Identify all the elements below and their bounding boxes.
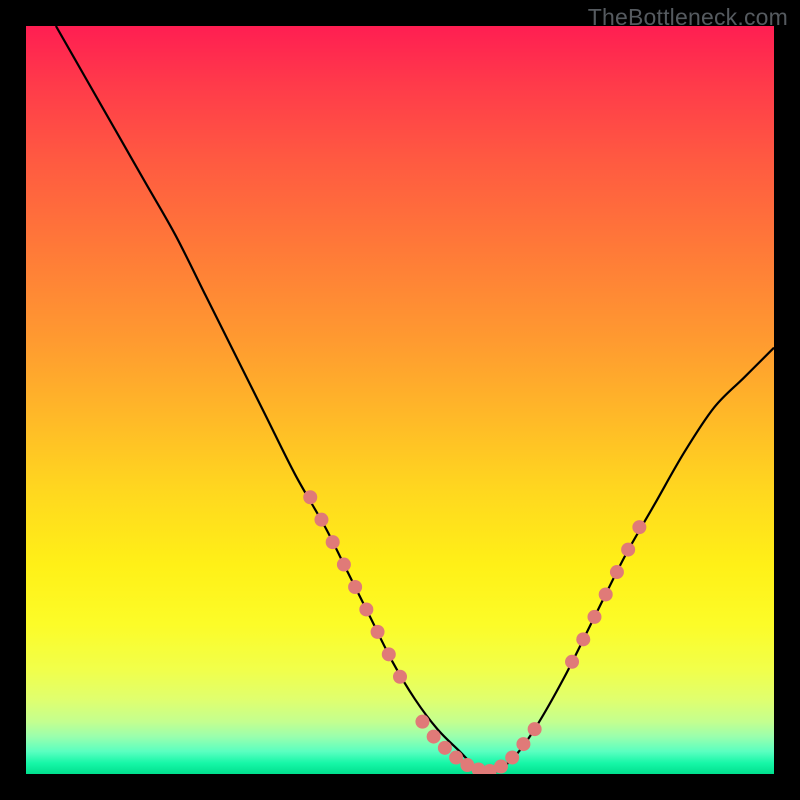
plot-area (26, 26, 774, 774)
watermark-text: TheBottleneck.com (588, 4, 788, 31)
heat-gradient-background (26, 26, 774, 774)
